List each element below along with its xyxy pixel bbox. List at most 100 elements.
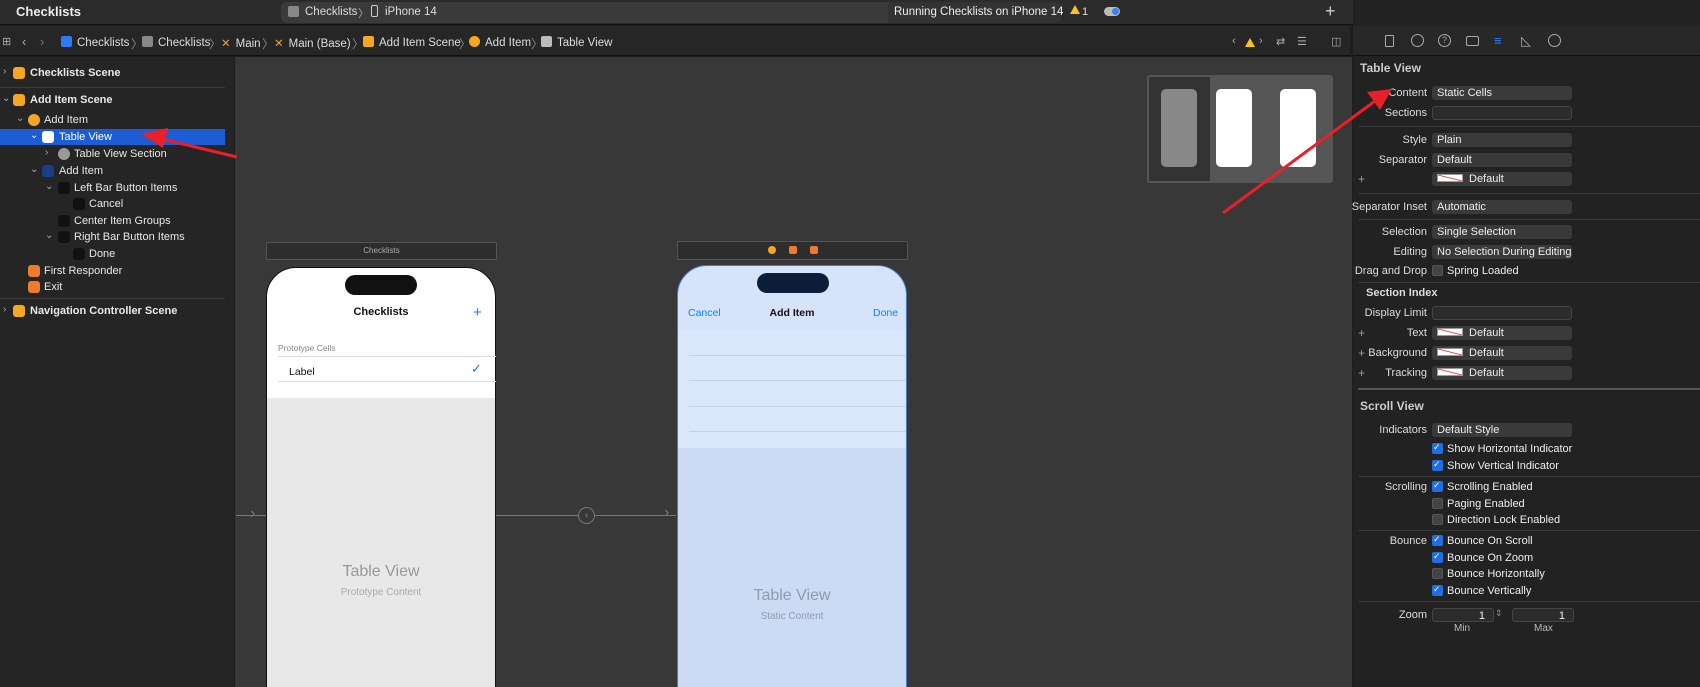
show-vertical-indicator-label: Show Vertical Indicator (1447, 460, 1559, 472)
split-editor-icon[interactable]: ◫ (1331, 35, 1341, 48)
disclosure-open-icon[interactable]: ⌄ (45, 230, 53, 241)
previous-issue-icon[interactable]: ‹ (1232, 35, 1236, 47)
attributes-inspector-icon[interactable]: ≡ (1494, 33, 1502, 48)
back-button[interactable]: ‹ (22, 34, 26, 49)
warning-count[interactable]: 1 (1082, 6, 1088, 18)
breadcrumb-project[interactable]: Checklists (61, 36, 129, 49)
breadcrumb-folder[interactable]: Checklists (142, 36, 210, 49)
show-vertical-indicator-checkbox[interactable] (1432, 459, 1443, 471)
separator-color-popup[interactable]: Default (1432, 172, 1572, 186)
disclosure-open-icon[interactable]: ⌄ (30, 164, 38, 175)
breadcrumb-table-view[interactable]: Table View (541, 36, 612, 49)
outline-navigation-item[interactable]: ⌄ Add Item (0, 163, 225, 179)
warning-icon[interactable] (1245, 38, 1255, 47)
view-controller-dock-icon[interactable] (768, 246, 776, 254)
content-popup[interactable]: Static Cells (1432, 86, 1572, 100)
inspector-divider (1358, 219, 1700, 220)
add-item-bar-button[interactable]: + (473, 304, 482, 321)
direction-lock-checkbox[interactable] (1432, 514, 1443, 525)
outline-checklists-scene[interactable]: › Checklists Scene (0, 65, 225, 81)
scene-dock-checklists[interactable]: Checklists (266, 242, 497, 260)
disclosure-closed-icon[interactable]: › (3, 304, 6, 315)
zoom-min-stepper-icon[interactable]: ⇕ (1495, 608, 1503, 619)
outline-table-view-section[interactable]: › Table View Section (0, 146, 225, 162)
indicators-popup[interactable]: Default Style (1432, 423, 1572, 437)
identity-inspector-icon[interactable] (1466, 36, 1479, 46)
outline-nav-controller-scene[interactable]: › Navigation Controller Scene (0, 303, 225, 319)
forward-button[interactable]: › (40, 34, 44, 49)
separator-popup[interactable]: Default (1432, 153, 1572, 167)
connections-inspector-icon[interactable] (1548, 34, 1561, 47)
segue-icon[interactable]: ‹ (578, 507, 595, 524)
separator-inset-label: Separator Inset (1351, 201, 1427, 213)
device-name[interactable]: iPhone 14 (385, 6, 437, 18)
scheme-name[interactable]: Checklists (305, 6, 357, 18)
index-tracking-color-popup[interactable]: Default (1432, 366, 1572, 380)
outline-left-bar-items[interactable]: ⌄ Left Bar Button Items (0, 180, 225, 196)
sections-field[interactable] (1432, 106, 1572, 120)
paging-enabled-checkbox[interactable] (1432, 498, 1443, 509)
breadcrumb-view-controller[interactable]: Add Item (469, 36, 531, 49)
spring-loaded-checkbox[interactable] (1432, 265, 1443, 276)
bounce-on-scroll-checkbox[interactable] (1432, 534, 1443, 546)
outline-cancel-item[interactable]: Cancel (0, 196, 225, 212)
breadcrumb-storyboard[interactable]: ✕ Main (221, 36, 261, 50)
exit-dock-icon[interactable] (810, 246, 818, 254)
scene-icon (13, 94, 25, 106)
inspector-divider (1358, 282, 1700, 283)
cloud-status-dot-icon (1112, 8, 1119, 15)
color-swatch-icon (1437, 368, 1463, 376)
next-issue-icon[interactable]: › (1259, 35, 1263, 47)
done-bar-button[interactable]: Done (873, 307, 898, 319)
outline-done-item[interactable]: Done (0, 246, 225, 262)
scrolling-enabled-checkbox[interactable] (1432, 480, 1443, 492)
disclosure-open-icon[interactable]: ⌄ (16, 113, 24, 124)
outline-divider (0, 298, 225, 299)
zoom-max-field[interactable]: 1 (1512, 608, 1574, 622)
index-text-color-popup[interactable]: Default (1432, 326, 1572, 340)
separator-inset-popup[interactable]: Automatic (1432, 200, 1572, 214)
size-inspector-icon[interactable]: ◺ (1521, 33, 1531, 49)
inspector-divider (1358, 476, 1700, 477)
index-background-color-popup[interactable]: Default (1432, 346, 1572, 360)
help-inspector-icon[interactable]: ? (1438, 34, 1451, 47)
outline-add-item-controller[interactable]: ⌄ Add Item (0, 112, 225, 128)
warning-icon[interactable] (1070, 5, 1080, 14)
related-items-icon[interactable]: ⊞ (2, 35, 11, 48)
paging-enabled-label: Paging Enabled (1447, 498, 1525, 510)
disclosure-closed-icon[interactable]: › (3, 66, 6, 77)
outline-table-view[interactable]: ⌄ Table View (0, 129, 225, 145)
style-popup[interactable]: Plain (1432, 133, 1572, 147)
bounce-on-zoom-checkbox[interactable] (1432, 551, 1443, 563)
outline-add-item-scene[interactable]: ⌄ Add Item Scene (0, 92, 225, 108)
bounce-vertically-checkbox[interactable] (1432, 584, 1443, 596)
prototype-cell-label: Label (289, 366, 315, 378)
outline-center-item-groups[interactable]: Center Item Groups (0, 213, 225, 229)
related-files-icon[interactable]: ⇄ (1276, 35, 1285, 48)
zoom-min-field[interactable]: 1 (1432, 608, 1494, 622)
history-inspector-icon[interactable] (1411, 34, 1424, 47)
editing-popup[interactable]: No Selection During Editing (1432, 245, 1572, 259)
disclosure-closed-icon[interactable]: › (45, 147, 48, 158)
outline-right-bar-items[interactable]: ⌄ Right Bar Button Items (0, 229, 225, 245)
outline-exit[interactable]: Exit (0, 279, 225, 295)
show-horizontal-indicator-checkbox[interactable] (1432, 442, 1443, 454)
outline-first-responder[interactable]: First Responder (0, 263, 225, 279)
display-limit-field[interactable]: 0 (1432, 306, 1572, 320)
storyboard-icon: ✕ (274, 38, 284, 50)
editor-options-icon[interactable]: ☰ (1297, 35, 1307, 48)
disclosure-open-icon[interactable]: ⌄ (45, 181, 53, 192)
disclosure-open-icon[interactable]: ⌄ (30, 130, 38, 141)
breadcrumb-scene[interactable]: Add Item Scene (363, 36, 461, 49)
sections-label: Sections (1384, 107, 1427, 119)
bar-items-icon (58, 182, 70, 194)
selection-popup[interactable]: Single Selection (1432, 225, 1572, 239)
file-inspector-icon[interactable] (1385, 35, 1394, 47)
breadcrumb-storyboard-base[interactable]: ✕ Main (Base) (274, 36, 351, 50)
first-responder-dock-icon[interactable] (789, 246, 797, 254)
separator-label: Separator (1378, 154, 1427, 166)
bounce-horizontally-checkbox[interactable] (1432, 568, 1443, 579)
disclosure-open-icon[interactable]: ⌄ (2, 93, 10, 104)
add-variation-button[interactable]: + (1358, 172, 1365, 186)
add-library-button[interactable]: + (1325, 1, 1336, 22)
